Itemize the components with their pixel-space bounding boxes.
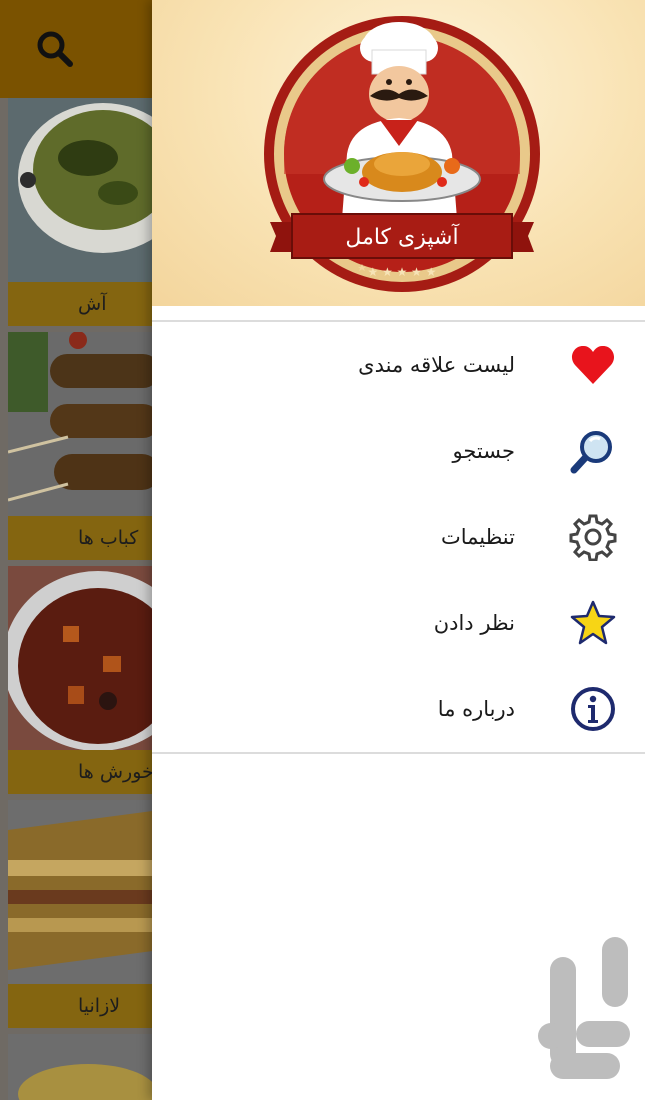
- gear-icon: [569, 514, 617, 561]
- category-list: آش کباب ها خورش ها لازانیا: [0, 98, 160, 1100]
- category-label: آش: [8, 282, 160, 326]
- category-card[interactable]: [8, 1034, 160, 1100]
- chef-logo: آشپزی کامل ★ ★ ★ ★ ★: [264, 16, 540, 292]
- menu-item-label: جستجو: [452, 439, 515, 463]
- navigation-drawer: آشپزی کامل ★ ★ ★ ★ ★ لیست علاقه مندی جست…: [152, 0, 645, 1100]
- store-watermark-icon: [538, 937, 630, 1079]
- menu-item-favorites[interactable]: لیست علاقه مندی: [152, 322, 645, 408]
- category-card[interactable]: خورش ها: [8, 566, 160, 800]
- category-label: لازانیا: [8, 984, 160, 1028]
- category-card[interactable]: لازانیا: [8, 800, 160, 1034]
- search-icon[interactable]: [30, 24, 80, 74]
- category-image: [8, 332, 160, 516]
- search-icon: [570, 431, 612, 474]
- menu-item-rate[interactable]: نظر دادن: [152, 580, 645, 666]
- category-image: [8, 800, 160, 984]
- menu-item-search[interactable]: جستجو: [152, 408, 645, 494]
- category-image: [8, 1034, 160, 1100]
- menu-item-label: تنظیمات: [440, 525, 515, 549]
- info-icon: [571, 687, 615, 731]
- category-card[interactable]: کباب ها: [8, 332, 160, 566]
- heart-icon: [571, 345, 615, 384]
- logo-text: آشپزی کامل: [345, 223, 459, 250]
- menu-item-label: نظر دادن: [433, 611, 515, 635]
- category-card[interactable]: آش: [8, 98, 160, 332]
- menu-item-settings[interactable]: تنظیمات: [152, 494, 645, 580]
- menu-item-label: درباره ما: [437, 697, 515, 721]
- drawer-header: آشپزی کامل ★ ★ ★ ★ ★: [152, 0, 645, 306]
- menu-item-about[interactable]: درباره ما: [152, 666, 645, 752]
- category-image: [8, 98, 160, 282]
- svg-text:★ ★ ★ ★ ★: ★ ★ ★ ★ ★: [367, 265, 436, 279]
- star-icon: [570, 600, 616, 645]
- category-label: کباب ها: [8, 516, 160, 560]
- category-label: خورش ها: [8, 750, 160, 794]
- category-image: [8, 566, 160, 750]
- menu-divider: [152, 752, 645, 754]
- menu-item-label: لیست علاقه مندی: [358, 353, 515, 377]
